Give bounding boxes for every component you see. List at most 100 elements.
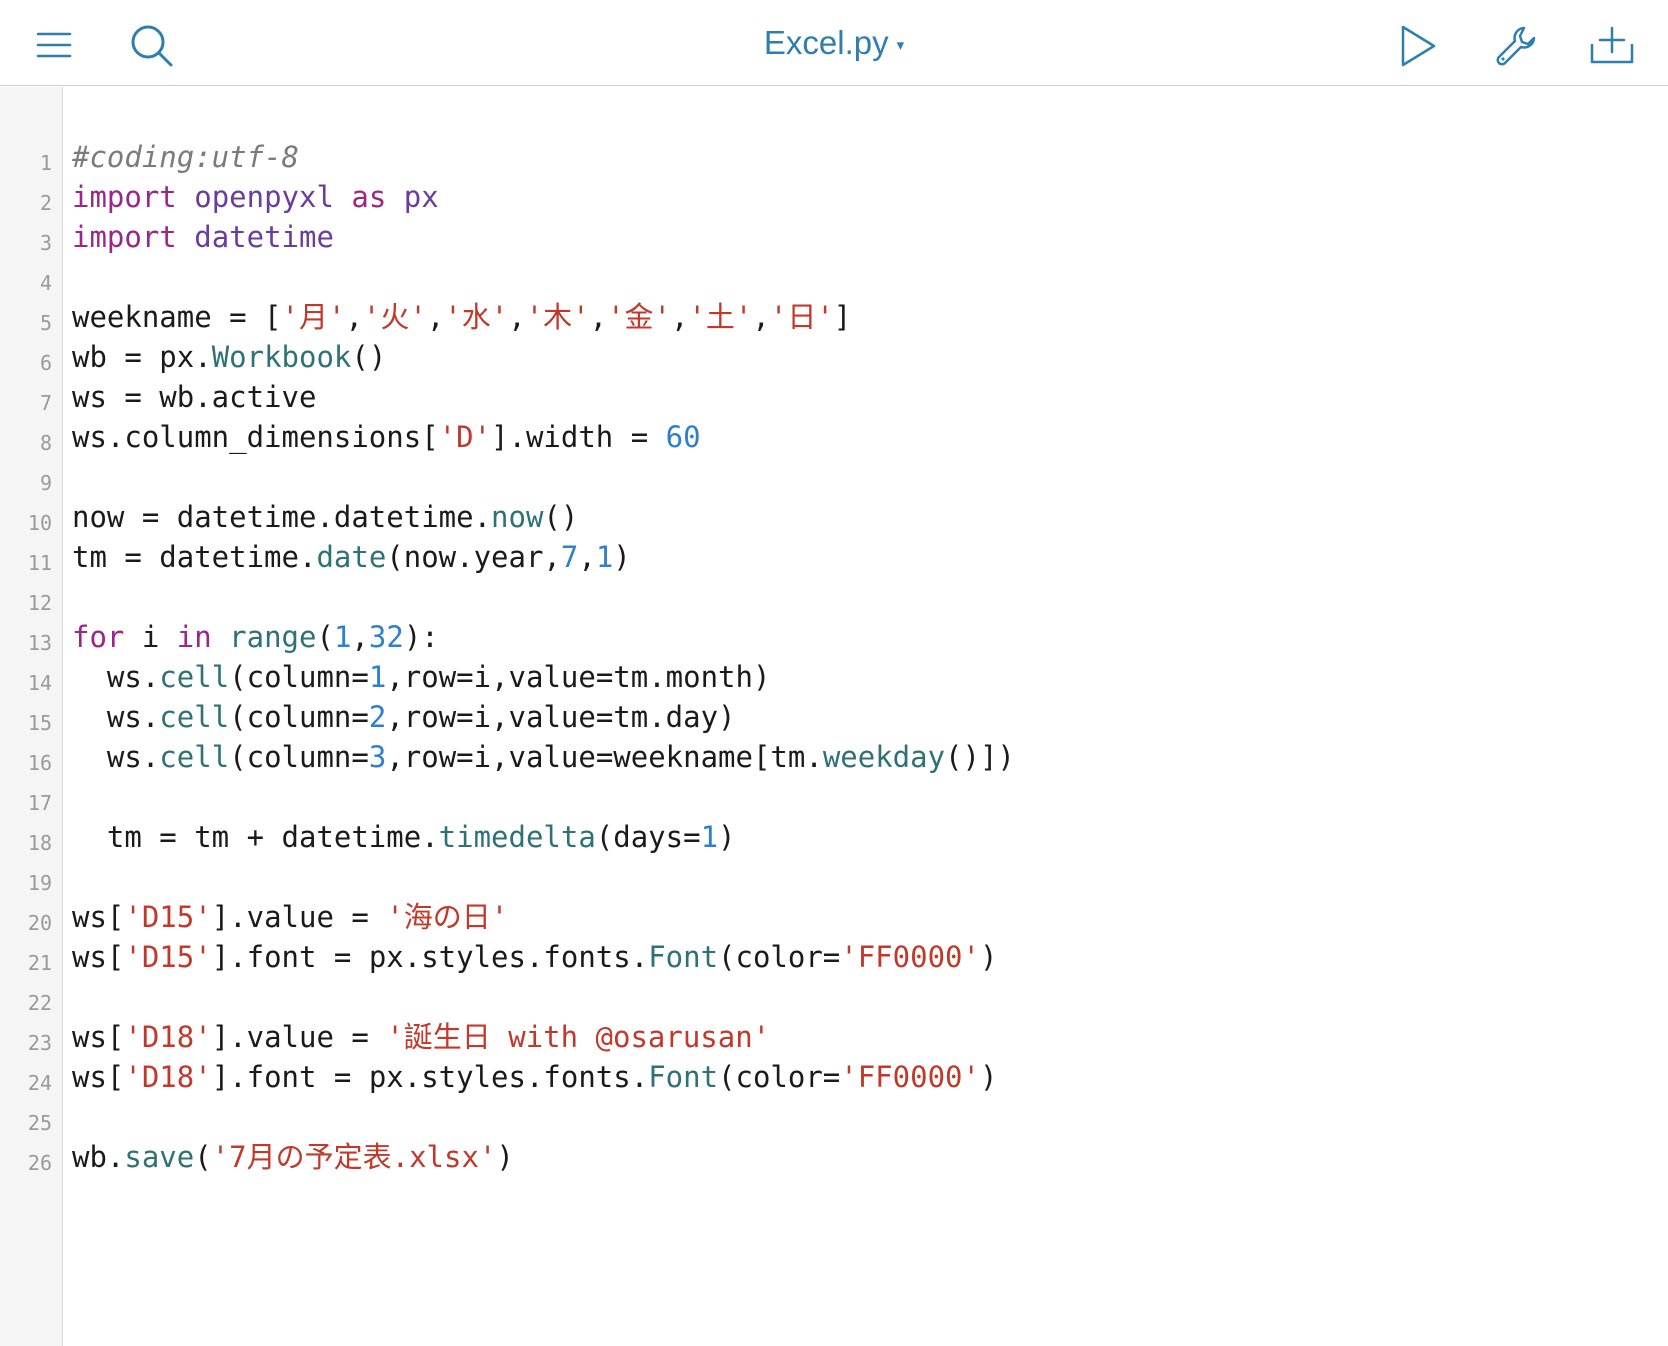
code-line[interactable]: 26 wb.save('7月の予定表.xlsx'): [0, 1137, 1668, 1177]
code-line[interactable]: 12: [0, 577, 1668, 617]
code-text: #coding:utf-8: [72, 137, 299, 177]
code-token: (color=: [718, 1060, 841, 1094]
code-line[interactable]: 21 ws['D15'].font = px.styles.fonts.Font(…: [0, 937, 1668, 977]
line-number: 16: [27, 751, 52, 775]
code-line[interactable]: 14 ws.cell(column=1,row=i,value=tm.month…: [0, 657, 1668, 697]
code-text: ws.cell(column=3,row=i,value=weekname[tm…: [72, 737, 1015, 777]
code-token: 3: [368, 740, 387, 774]
code-token: as: [351, 180, 387, 214]
code-line[interactable]: 15 ws.cell(column=2,row=i,value=tm.day): [0, 697, 1668, 737]
code-line[interactable]: 16 ws.cell(column=3,row=i,value=weekname…: [0, 737, 1668, 777]
code-line[interactable]: 1 #coding:utf-8: [0, 137, 1668, 177]
code-token: '木': [525, 300, 590, 334]
code-token: cell: [159, 660, 230, 694]
code-token: '火': [362, 300, 427, 334]
code-text: ws['D18'].font = px.styles.fonts.Font(co…: [72, 1057, 997, 1097]
code-line[interactable]: 13 for i in range(1,32):: [0, 617, 1668, 657]
code-area[interactable]: 1 #coding:utf-8 2 import openpyxl as px 3 imp…: [0, 137, 1668, 1177]
code-line[interactable]: 4: [0, 257, 1668, 297]
code-token: ws.column_dimensions[: [72, 420, 439, 454]
magnifier-search-icon[interactable]: [128, 22, 176, 70]
code-editor[interactable]: 1 #coding:utf-8 2 import openpyxl as px 3 imp…: [0, 87, 1668, 1346]
code-line[interactable]: 24 ws['D18'].font = px.styles.fonts.Font(…: [0, 1057, 1668, 1097]
code-token: (column=: [229, 740, 369, 774]
code-token: ,: [508, 300, 526, 334]
line-number: 10: [27, 511, 52, 535]
code-line[interactable]: 8 ws.column_dimensions['D'].width = 60: [0, 417, 1668, 457]
code-text: weekname = ['月','火','水','木','金','土','日']: [72, 297, 851, 337]
code-text: import datetime: [72, 217, 334, 257]
line-number: 15: [27, 711, 52, 735]
code-line[interactable]: 18 tm = tm + datetime.timedelta(days=1): [0, 817, 1668, 857]
code-token: #coding:utf-8: [72, 140, 299, 174]
code-line[interactable]: 6 wb = px.Workbook(): [0, 337, 1668, 377]
code-line[interactable]: 9: [0, 457, 1668, 497]
code-token: ,: [589, 300, 608, 334]
code-line[interactable]: 23 ws['D18'].value = '誕生日 with @osarusan': [0, 1017, 1668, 1057]
code-token: '水': [444, 300, 509, 334]
code-token: 'D15': [124, 900, 212, 934]
line-number: 4: [39, 271, 52, 295]
code-line[interactable]: 20 ws['D15'].value = '海の日': [0, 897, 1668, 937]
code-text: ws['D15'].value = '海の日': [72, 897, 508, 937]
line-number: 9: [39, 471, 52, 495]
code-token: in: [176, 620, 212, 654]
code-line[interactable]: 5 weekname = ['月','火','水','木','金','土','日'…: [0, 297, 1668, 337]
code-token: ].font = px.styles.fonts.: [211, 940, 649, 974]
code-token: 1: [700, 820, 719, 854]
code-token: ): [613, 540, 631, 574]
code-line[interactable]: 3 import datetime: [0, 217, 1668, 257]
line-number: 11: [27, 551, 52, 575]
code-token: ,: [671, 300, 689, 334]
code-token: ()]): [945, 740, 1015, 774]
line-number: 19: [27, 871, 52, 895]
line-number: 18: [27, 831, 52, 855]
code-token: (column=: [229, 660, 369, 694]
code-line[interactable]: 10 now = datetime.datetime.now(): [0, 497, 1668, 537]
code-token: tm = datetime.: [72, 540, 317, 574]
code-token: 60: [665, 420, 701, 454]
wrench-icon[interactable]: [1494, 24, 1538, 68]
code-token: now = datetime.datetime.: [72, 500, 492, 534]
code-line[interactable]: 25: [0, 1097, 1668, 1137]
code-line[interactable]: 17: [0, 777, 1668, 817]
code-token: i: [124, 620, 177, 654]
code-token: ,row=i,value=tm.day): [386, 700, 736, 734]
code-token: import: [72, 180, 177, 214]
code-token: (): [543, 500, 579, 534]
code-line[interactable]: 2 import openpyxl as px: [0, 177, 1668, 217]
code-line[interactable]: 7 ws = wb.active: [0, 377, 1668, 417]
code-text: wb = px.Workbook(): [72, 337, 386, 377]
code-token: (days=: [595, 820, 701, 854]
code-token: ws.: [72, 740, 160, 774]
code-token: openpyxl: [194, 180, 334, 214]
line-number: 14: [27, 671, 52, 695]
line-number: 22: [27, 991, 52, 1015]
code-token: date: [316, 540, 387, 574]
code-token: 'D': [438, 420, 492, 454]
code-token: Font: [648, 940, 719, 974]
code-token: ws[: [72, 1060, 125, 1094]
code-token: ].value =: [211, 1020, 387, 1054]
code-token: '土': [688, 300, 753, 334]
code-line[interactable]: 11 tm = datetime.date(now.year,7,1): [0, 537, 1668, 577]
code-text: ws.column_dimensions['D'].width = 60: [72, 417, 701, 457]
code-text: tm = tm + datetime.timedelta(days=1): [72, 817, 736, 857]
code-text: import openpyxl as px: [72, 177, 439, 217]
play-triangle-icon[interactable]: [1398, 22, 1438, 70]
code-token: Font: [648, 1060, 719, 1094]
code-text: ws['D15'].font = px.styles.fonts.Font(co…: [72, 937, 997, 977]
file-title-dropdown[interactable]: Excel.py ▾: [764, 24, 904, 62]
code-line[interactable]: 19: [0, 857, 1668, 897]
code-token: '海の日': [386, 900, 509, 934]
code-token: '誕生日 with @osarusan': [386, 1020, 771, 1054]
hamburger-menu-icon[interactable]: [34, 26, 74, 66]
tray-plus-icon[interactable]: [1588, 24, 1636, 68]
code-token: import: [72, 220, 177, 254]
code-line[interactable]: 22: [0, 977, 1668, 1017]
code-token: 'D18': [124, 1060, 212, 1094]
code-token: ].width =: [491, 420, 666, 454]
